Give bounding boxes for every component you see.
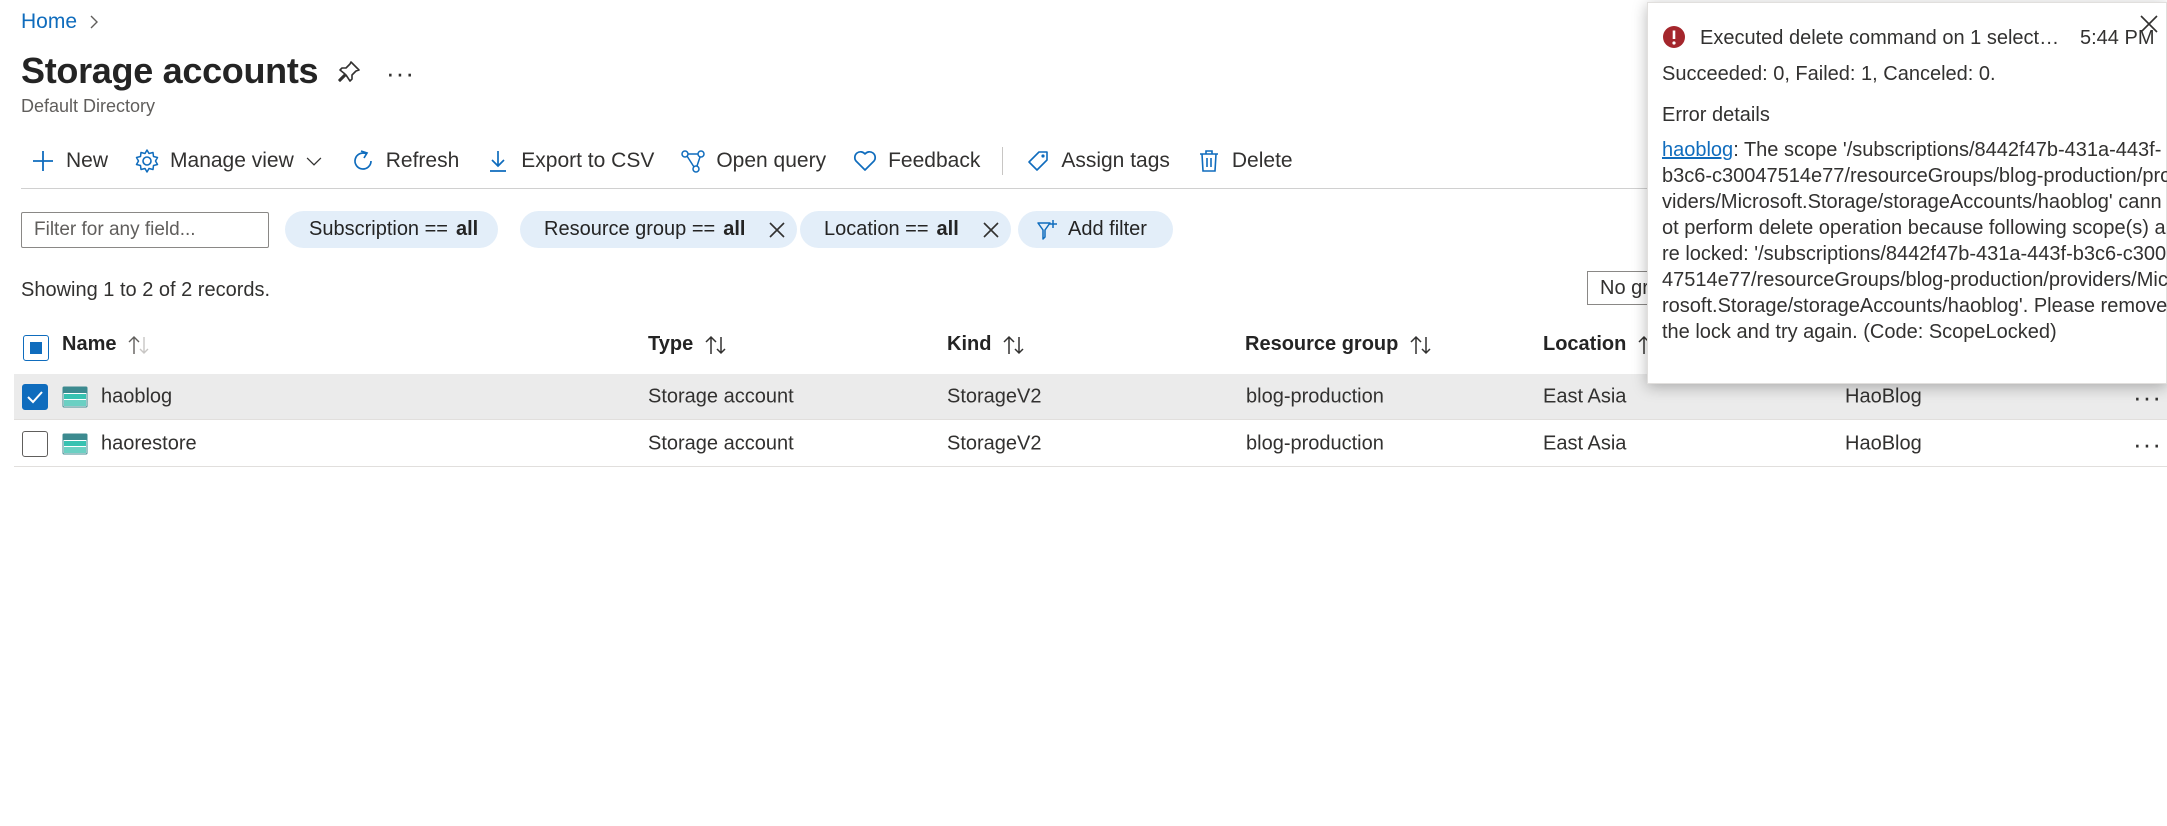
row-more-actions-icon[interactable]: ···: [2133, 431, 2162, 457]
sort-icon: [1410, 335, 1431, 354]
select-all-checkbox[interactable]: [23, 335, 49, 361]
query-icon: [681, 150, 706, 173]
open-query-label: Open query: [716, 149, 827, 172]
gear-icon: [135, 149, 159, 173]
row-checkbox[interactable]: [22, 430, 48, 457]
close-icon[interactable]: [767, 220, 787, 240]
column-header-type-label: Type: [648, 333, 694, 355]
error-message: haoblog: The scope '/subscriptions/8442f…: [1662, 137, 2167, 345]
column-header-location-label: Location: [1543, 333, 1627, 355]
tag-icon: [1028, 151, 1049, 171]
subscription-filter-value: all: [455, 218, 479, 240]
column-header-kind-label: Kind: [947, 333, 992, 355]
notification-summary: Succeeded: 0, Failed: 1, Canceled: 0.: [1662, 63, 1996, 85]
row-subscription-link[interactable]: HaoBlog: [1845, 385, 1922, 408]
row-location: East Asia: [1543, 385, 1627, 407]
error-resource-link[interactable]: haoblog: [1662, 139, 1733, 161]
notification-time: 5:44 PM: [2080, 27, 2155, 49]
row-name-link[interactable]: haoblog: [101, 385, 172, 408]
export-csv-label: Export to CSV: [521, 149, 655, 172]
notification-toast: Executed delete command on 1 selected it…: [1647, 2, 2167, 384]
table-row[interactable]: haorestore Storage account StorageV2 blo…: [14, 421, 2167, 467]
row-type: Storage account: [648, 385, 794, 407]
row-kind: StorageV2: [947, 385, 1042, 407]
delete-label: Delete: [1231, 149, 1293, 172]
manage-view-button[interactable]: Manage view: [134, 148, 324, 174]
column-header-location[interactable]: Location: [1543, 333, 1662, 356]
filter-input[interactable]: [21, 212, 269, 248]
new-button[interactable]: New: [30, 148, 108, 174]
location-filter-value: all: [936, 218, 959, 240]
storage-account-icon: [62, 386, 88, 407]
open-query-button[interactable]: Open query: [680, 148, 826, 174]
refresh-button[interactable]: Refresh: [350, 148, 460, 174]
sort-icon: [1003, 335, 1024, 354]
export-csv-button[interactable]: Export to CSV: [485, 148, 654, 174]
row-location: East Asia: [1543, 432, 1627, 454]
column-header-type[interactable]: Type: [648, 333, 729, 356]
resource-group-filter-value: all: [723, 218, 746, 240]
assign-tags-label: Assign tags: [1061, 149, 1170, 172]
refresh-icon: [353, 150, 372, 170]
download-icon: [490, 151, 507, 172]
add-filter-button[interactable]: Add filter: [1018, 211, 1173, 248]
new-button-label: New: [66, 149, 109, 172]
toolbar-divider-line: [21, 188, 1801, 189]
row-checkbox[interactable]: [22, 383, 48, 410]
toolbar-divider: [1002, 147, 1004, 175]
refresh-label: Refresh: [385, 149, 460, 172]
row-type: Storage account: [648, 432, 794, 454]
command-bar: New Manage view Refresh Export to CSV Op…: [30, 146, 1319, 176]
subscription-filter-pill[interactable]: Subscription == all: [285, 211, 499, 248]
row-kind: StorageV2: [947, 432, 1042, 454]
manage-view-label: Manage view: [170, 149, 294, 172]
error-details-label: Error details: [1662, 104, 1770, 126]
more-options-icon[interactable]: ···: [386, 58, 415, 89]
notification-title: Executed delete command on 1 selected it…: [1700, 27, 2068, 49]
records-count: Showing 1 to 2 of 2 records.: [21, 279, 271, 301]
resource-group-filter-pill[interactable]: Resource group == all: [520, 211, 798, 248]
row-subscription-link[interactable]: HaoBlog: [1845, 432, 1922, 455]
page-title: Storage accounts: [21, 50, 319, 91]
column-header-name[interactable]: Name: [62, 333, 152, 356]
heart-icon: [854, 150, 877, 171]
column-header-name-label: Name: [62, 333, 117, 355]
column-header-kind[interactable]: Kind: [947, 333, 1027, 356]
column-header-resource-group[interactable]: Resource group: [1245, 333, 1434, 356]
feedback-label: Feedback: [888, 149, 981, 172]
error-message-text: : The scope '/subscriptions/8442f47b-431…: [1662, 139, 2167, 343]
delete-button[interactable]: Delete: [1196, 148, 1293, 174]
subscription-filter-label: Subscription ==: [309, 218, 448, 240]
location-filter-label: Location ==: [824, 218, 929, 240]
add-filter-label: Add filter: [1068, 218, 1147, 240]
plus-icon: [33, 151, 53, 171]
close-icon[interactable]: [981, 220, 1001, 240]
error-icon: [1663, 26, 1685, 48]
breadcrumb: Home: [21, 10, 101, 34]
row-resource-group-link[interactable]: blog-production: [1246, 385, 1384, 408]
breadcrumb-home-link[interactable]: Home: [21, 10, 77, 34]
resource-group-filter-label: Resource group ==: [544, 218, 716, 240]
location-filter-pill[interactable]: Location == all: [800, 211, 1011, 248]
storage-account-icon: [62, 433, 88, 454]
chevron-right-icon: [90, 15, 99, 29]
row-resource-group-link[interactable]: blog-production: [1246, 432, 1384, 455]
trash-icon: [1199, 150, 1218, 172]
row-more-actions-icon[interactable]: ···: [2133, 384, 2162, 410]
feedback-button[interactable]: Feedback: [852, 148, 980, 174]
row-name-link[interactable]: haorestore: [101, 432, 197, 455]
checkmark-icon: [27, 390, 43, 403]
sort-icon: [128, 335, 149, 354]
assign-tags-button[interactable]: Assign tags: [1025, 148, 1170, 174]
page-subtitle: Default Directory: [21, 96, 156, 116]
pin-icon[interactable]: [336, 59, 362, 85]
add-filter-icon: [1037, 219, 1057, 240]
chevron-down-icon: [306, 157, 322, 166]
sort-icon: [705, 335, 726, 354]
column-header-resource-group-label: Resource group: [1245, 333, 1399, 355]
